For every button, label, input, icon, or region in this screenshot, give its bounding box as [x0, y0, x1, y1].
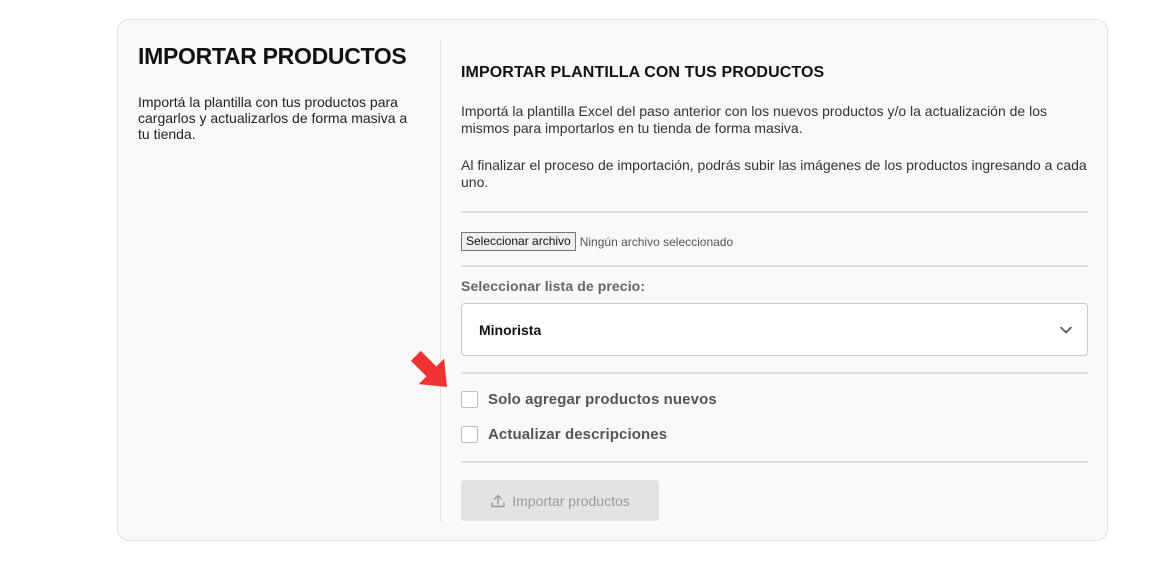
import-card: IMPORTAR PRODUCTOS Importá la plantilla …	[117, 19, 1108, 541]
price-list-value: Minorista	[479, 321, 542, 338]
checkbox-update-descriptions[interactable]	[461, 426, 478, 443]
instructions-paragraph: Importá la plantilla Excel del paso ante…	[461, 103, 1047, 136]
checkbox-new-only[interactable]	[461, 391, 478, 408]
divider	[461, 461, 1088, 463]
checkbox-update-descriptions-row[interactable]: Actualizar descripciones	[461, 426, 667, 443]
select-file-button[interactable]: Seleccionar archivo	[461, 232, 576, 251]
chevron-down-icon	[1060, 326, 1072, 333]
checkbox-new-only-label[interactable]: Solo agregar productos nuevos	[488, 391, 717, 408]
import-products-button[interactable]: Importar productos	[461, 480, 659, 521]
divider	[461, 211, 1088, 213]
divider	[461, 265, 1088, 267]
file-input: Seleccionar archivo Ningún archivo selec…	[461, 232, 733, 251]
page-title: IMPORTAR PRODUCTOS	[138, 43, 407, 69]
file-status: Ningún archivo seleccionado	[579, 234, 734, 249]
red-pointer-arrow-icon	[410, 350, 447, 387]
import-products-label: Importar productos	[512, 492, 630, 509]
checkbox-update-descriptions-label[interactable]: Actualizar descripciones	[488, 426, 667, 443]
images-note-paragraph: Al finalizar el proceso de importación, …	[461, 157, 1087, 190]
price-list-label: Seleccionar lista de precio:	[461, 278, 646, 294]
vertical-divider	[440, 40, 441, 522]
section-title: IMPORTAR PLANTILLA CON TUS PRODUCTOS	[461, 64, 825, 81]
checkbox-new-only-row[interactable]: Solo agregar productos nuevos	[461, 391, 717, 408]
price-list-select[interactable]: Minorista	[461, 303, 1088, 356]
page-description: Importá la plantilla con tus productos p…	[138, 94, 408, 142]
right-panel: IMPORTAR PLANTILLA CON TUS PRODUCTOS Imp…	[461, 20, 1088, 540]
divider	[461, 372, 1088, 374]
upload-icon	[491, 494, 505, 507]
left-panel: IMPORTAR PRODUCTOS Importá la plantilla …	[138, 42, 428, 142]
